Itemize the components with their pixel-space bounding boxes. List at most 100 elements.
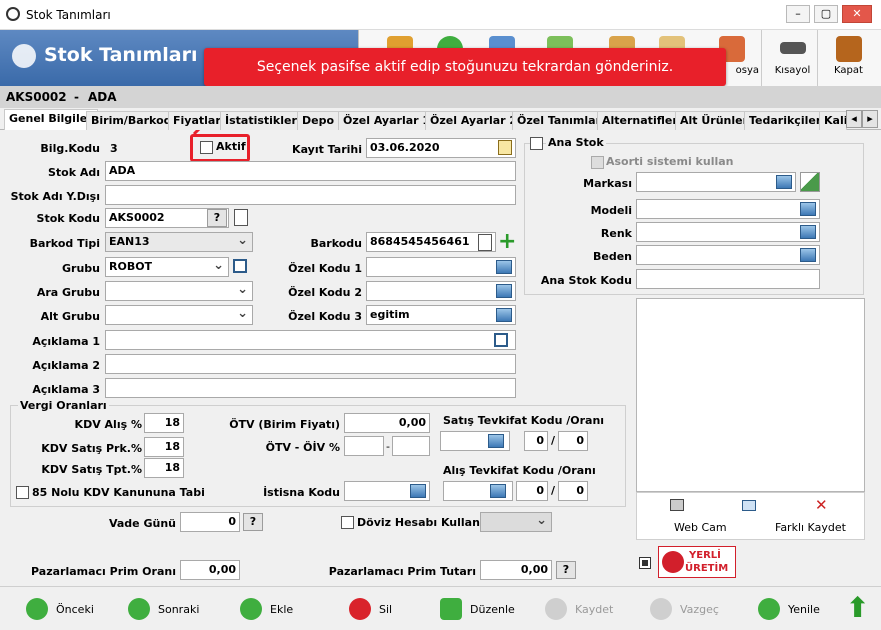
tab-ozel-tanimlar[interactable]: Özel Tanımlar <box>512 111 607 130</box>
grubu-select[interactable]: ROBOT <box>105 257 229 277</box>
markasi-field[interactable] <box>636 172 796 192</box>
satis-tevkifat-oran-2[interactable]: 0 <box>558 431 588 451</box>
satis-tevkifat-picker-icon[interactable] <box>488 434 504 448</box>
vazgec-button[interactable]: Vazgeç <box>650 597 719 621</box>
barkodu-field[interactable]: 8684545456461 <box>366 232 496 252</box>
footer-bar: Önceki Sonraki Ekle Sil Düzenle Kaydet V… <box>0 586 881 630</box>
barkod-tipi-select[interactable]: EAN13 <box>105 232 253 252</box>
kapat-label: Kapat <box>834 65 863 76</box>
tab-depo[interactable]: Depo <box>297 111 340 130</box>
minimize-button[interactable]: – <box>786 5 810 23</box>
ana-stok-kodu-label: Ana Stok Kodu <box>540 274 632 287</box>
otv-oiv-field-2[interactable] <box>392 436 430 456</box>
tab-alt-urunler[interactable]: Alt Ürünler <box>675 111 754 130</box>
kdv-satis-tpt-field[interactable]: 18 <box>144 458 184 478</box>
ozel-kodu-1-picker-icon[interactable] <box>496 260 512 274</box>
stok-adi-yd-field[interactable] <box>105 185 516 205</box>
vade-gunu-field[interactable]: 0 <box>180 512 240 532</box>
calendar-icon[interactable] <box>498 140 512 155</box>
alis-tevkifat-picker-icon[interactable] <box>490 484 506 498</box>
ana-stok-checkbox[interactable] <box>530 137 543 150</box>
doviz-checkbox[interactable] <box>341 516 354 529</box>
asorti-checkbox[interactable] <box>591 156 604 169</box>
grubu-list-icon[interactable] <box>233 259 247 273</box>
tab-fiyatlar[interactable]: Fiyatlar <box>168 111 226 130</box>
markasi-image-icon[interactable] <box>800 172 820 192</box>
keyboard-icon <box>779 42 806 54</box>
onceki-button[interactable]: Önceki <box>26 597 94 621</box>
doviz-select[interactable] <box>480 512 552 532</box>
tab-ozel-ayarlar-2[interactable]: Özel Ayarlar 2 <box>425 111 523 130</box>
ara-grubu-select[interactable] <box>105 281 253 301</box>
kisayol-button[interactable]: Kısayol <box>761 30 823 86</box>
aktif-checkbox[interactable] <box>200 141 213 154</box>
kdv-satis-prk-field[interactable]: 18 <box>144 437 184 457</box>
kapat-button[interactable]: Kapat <box>817 30 879 86</box>
ekle-label: Ekle <box>270 602 294 616</box>
aciklama-3-field[interactable] <box>105 378 516 398</box>
record-bar: AKS0002 - ADA <box>0 86 881 108</box>
alt-grubu-select[interactable] <box>105 305 253 325</box>
ozel-kodu-2-field[interactable] <box>366 281 516 301</box>
ozel-kodu-3-picker-icon[interactable] <box>496 308 512 322</box>
tab-ozel-ayarlar-1[interactable]: Özel Ayarlar 1 <box>338 111 436 130</box>
modeli-label: Modeli <box>590 204 632 217</box>
ekle-button[interactable]: Ekle <box>240 597 293 621</box>
istisna-picker-icon[interactable] <box>410 484 426 498</box>
tab-kali[interactable]: Kali <box>819 111 847 130</box>
farkli-kaydet-button[interactable]: Farklı Kaydet <box>775 521 846 534</box>
satis-tevkifat-oran-1[interactable]: 0 <box>524 431 548 451</box>
aciklama-1-field[interactable] <box>105 330 516 350</box>
markasi-picker-icon[interactable] <box>776 175 792 189</box>
beden-field[interactable] <box>636 245 820 265</box>
arrow-up-icon[interactable]: ⬆ <box>846 593 869 623</box>
tab-alternatifler[interactable]: Alternatifler <box>597 111 683 130</box>
vazgec-label: Vazgeç <box>680 602 719 616</box>
tab-scroll-left[interactable]: ◂ <box>846 110 862 128</box>
beden-picker-icon[interactable] <box>800 248 816 262</box>
yenile-button[interactable]: Yenile <box>758 597 820 621</box>
ozel-kodu-3-field[interactable]: egitim <box>366 305 516 325</box>
ozel-kodu-1-field[interactable] <box>366 257 516 277</box>
tab-istatistikler[interactable]: İstatistikler <box>220 111 302 130</box>
sonraki-button[interactable]: Sonraki <box>128 597 199 621</box>
renk-field[interactable] <box>636 222 820 242</box>
aciklama-1-list-icon[interactable] <box>494 333 508 347</box>
otv-field[interactable]: 0,00 <box>344 413 430 433</box>
prim-orani-field[interactable]: 0,00 <box>180 560 240 580</box>
barkod-document-icon[interactable] <box>478 234 492 251</box>
stok-adi-field[interactable]: ADA <box>105 161 516 181</box>
renk-picker-icon[interactable] <box>800 225 816 239</box>
alis-tevkifat-oran-2[interactable]: 0 <box>558 481 588 501</box>
modeli-picker-icon[interactable] <box>800 202 816 216</box>
add-barkod-icon[interactable]: + <box>498 231 516 253</box>
ana-stok-kodu-field[interactable] <box>636 269 820 289</box>
sil-button[interactable]: Sil <box>349 597 392 621</box>
tab-birim-barkod[interactable]: Birim/Barkod <box>86 111 177 130</box>
close-window-button[interactable]: ✕ <box>842 5 872 23</box>
otv-oiv-field-1[interactable] <box>344 436 384 456</box>
vade-help-button[interactable]: ? <box>243 513 263 531</box>
arrow-left-icon <box>26 598 48 620</box>
tab-genel-bilgiler[interactable]: Genel Bilgiler <box>4 109 98 130</box>
otv-oiv-dash: - <box>386 440 390 453</box>
maximize-button[interactable]: ▢ <box>814 5 838 23</box>
tab-tedarikciler[interactable]: Tedarikçiler <box>744 111 827 130</box>
kaydet-button[interactable]: Kaydet <box>545 597 613 621</box>
prim-tutari-field[interactable]: 0,00 <box>480 560 552 580</box>
tab-scroll-right[interactable]: ▸ <box>862 110 878 128</box>
ozel-kodu-2-picker-icon[interactable] <box>496 284 512 298</box>
kayit-tarihi-field[interactable]: 03.06.2020 <box>366 138 516 158</box>
aciklama-2-field[interactable] <box>105 354 516 374</box>
duzenle-button[interactable]: Düzenle <box>440 597 515 621</box>
modeli-field[interactable] <box>636 199 820 219</box>
prim-help-button[interactable]: ? <box>556 561 576 579</box>
kanun-85-checkbox[interactable] <box>16 486 29 499</box>
alis-tevkifat-oran-1[interactable]: 0 <box>516 481 548 501</box>
stok-kodu-help-button[interactable]: ? <box>207 209 227 227</box>
document-icon[interactable] <box>234 209 248 226</box>
yerli-checkbox[interactable] <box>639 557 651 569</box>
kdv-alis-field[interactable]: 18 <box>144 413 184 433</box>
handshake-icon <box>662 551 684 573</box>
webcam-button[interactable]: Web Cam <box>674 521 727 534</box>
